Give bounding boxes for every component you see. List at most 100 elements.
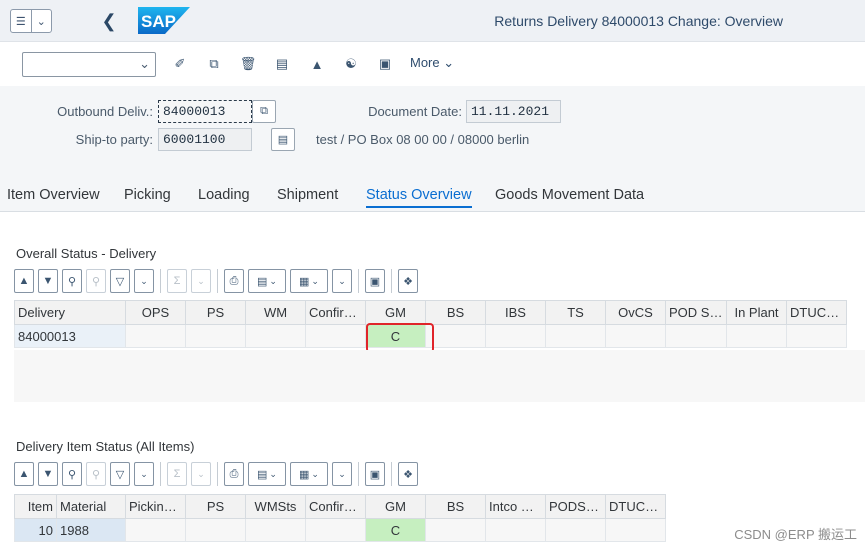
chevron-down-icon[interactable]: ⌄ [30, 10, 52, 32]
sum-icon[interactable]: Σ [167, 269, 187, 293]
col-wm[interactable]: WM [245, 300, 306, 325]
ovcs-cell[interactable] [605, 324, 666, 348]
delivery-cell[interactable]: 84000013 [14, 324, 126, 348]
col-in-plant[interactable]: In Plant [726, 300, 787, 325]
col-picking-status[interactable]: PickingS... [125, 494, 186, 519]
delete-icon[interactable]: 🗑 [237, 53, 259, 75]
copy-icon[interactable]: ⧉ [203, 53, 225, 75]
ps-cell[interactable] [185, 324, 246, 348]
cube-icon[interactable]: ❖ [398, 269, 418, 293]
confirmation-cell[interactable] [305, 518, 366, 542]
col-wm-status[interactable]: WMSts [245, 494, 306, 519]
col-material[interactable]: Material [56, 494, 126, 519]
find-next-icon[interactable]: ⚲ [86, 462, 106, 486]
filter-icon[interactable]: ▽ [110, 462, 130, 486]
layout-icon[interactable]: ▦ ⌄ [290, 269, 328, 293]
in-plant-cell[interactable] [726, 324, 787, 348]
handshake-icon[interactable]: ☯ [340, 53, 362, 75]
more-button[interactable]: More ⌄ [410, 55, 454, 71]
col-pod-status[interactable]: POD Sta... [665, 300, 727, 325]
wm-status-cell[interactable] [245, 518, 306, 542]
col-delivery[interactable]: Delivery [14, 300, 126, 325]
col-ops[interactable]: OPS [125, 300, 186, 325]
find-next-icon[interactable]: ⚲ [86, 269, 106, 293]
col-ts[interactable]: TS [545, 300, 606, 325]
ship-to-field[interactable]: 60001100 [158, 128, 252, 151]
details-icon[interactable]: ▣ [365, 269, 385, 293]
back-button[interactable]: ❮ [98, 9, 120, 33]
ibs-cell[interactable] [485, 324, 546, 348]
filter-icon[interactable]: ▽ [110, 269, 130, 293]
col-pod-status[interactable]: PODStat... [545, 494, 606, 519]
outbound-delivery-field[interactable]: 84000013 [158, 100, 252, 123]
layout-icon[interactable]: ▦ ⌄ [290, 462, 328, 486]
material-cell[interactable]: 1988 [56, 518, 126, 542]
col-ps[interactable]: PS [185, 494, 246, 519]
col-dtucsta[interactable]: DTUCSTA [786, 300, 847, 325]
bs-cell[interactable] [425, 324, 486, 348]
find-icon[interactable]: ⚲ [62, 462, 82, 486]
wm-cell[interactable] [245, 324, 306, 348]
sum-menu-chevron-icon[interactable]: ⌄ [191, 462, 211, 486]
shell-menu-button[interactable]: ☰ ⌄ [10, 9, 52, 33]
col-ps[interactable]: PS [185, 300, 246, 325]
ts-cell[interactable] [545, 324, 606, 348]
document-date-field[interactable]: 11.11.2021 [466, 100, 561, 123]
item-cell[interactable]: 10 [14, 518, 57, 542]
sum-menu-chevron-icon[interactable]: ⌄ [191, 269, 211, 293]
col-confirmation[interactable]: Confirmat. [305, 300, 366, 325]
export-icon[interactable]: ▤ ⌄ [248, 269, 286, 293]
details-icon[interactable]: ▣ [365, 462, 385, 486]
command-select[interactable]: ⌄ [22, 52, 156, 77]
ops-cell[interactable] [125, 324, 186, 348]
sort-descending-icon[interactable]: ▼ [38, 269, 58, 293]
tab-status-overview[interactable]: Status Overview [366, 187, 472, 208]
layout-menu-chevron-icon[interactable]: ⌄ [332, 269, 352, 293]
sort-descending-icon[interactable]: ▼ [38, 462, 58, 486]
pod-status-cell[interactable] [545, 518, 606, 542]
col-bs[interactable]: BS [425, 300, 486, 325]
pod-status-cell[interactable] [665, 324, 727, 348]
dtucsta-cell[interactable] [786, 324, 847, 348]
intco-billing-cell[interactable] [485, 518, 546, 542]
layout-menu-chevron-icon[interactable]: ⌄ [332, 462, 352, 486]
col-confirmation[interactable]: Confirmat. [305, 494, 366, 519]
col-ovcs[interactable]: OvCS [605, 300, 666, 325]
find-icon[interactable]: ⚲ [62, 269, 82, 293]
col-dtucsta[interactable]: DTUCSTA [605, 494, 666, 519]
col-gm[interactable]: GM [365, 494, 426, 519]
sort-ascending-icon[interactable]: ▲ [14, 269, 34, 293]
display-document-icon[interactable]: ⧉ [252, 100, 276, 123]
clipboard-icon[interactable]: ▣ [374, 53, 396, 75]
tab-picking[interactable]: Picking [124, 187, 171, 203]
cube-icon[interactable]: ❖ [398, 462, 418, 486]
filter-menu-chevron-icon[interactable]: ⌄ [134, 462, 154, 486]
col-bs[interactable]: BS [425, 494, 486, 519]
confirmation-cell[interactable] [305, 324, 366, 348]
table-row[interactable]: 10 1988 C [14, 518, 666, 542]
tab-loading[interactable]: Loading [198, 187, 250, 203]
sum-icon[interactable]: Σ [167, 462, 187, 486]
document-icon[interactable]: ▤ [271, 53, 293, 75]
print-icon[interactable]: ⎙ [224, 269, 244, 293]
print-icon[interactable]: ⎙ [224, 462, 244, 486]
filter-menu-chevron-icon[interactable]: ⌄ [134, 269, 154, 293]
hat-icon[interactable]: ▲ [306, 53, 328, 75]
tab-shipment[interactable]: Shipment [277, 187, 338, 203]
edit-icon[interactable]: ✐ [169, 53, 191, 75]
sort-ascending-icon[interactable]: ▲ [14, 462, 34, 486]
col-intco-billing[interactable]: Intco Bllg [485, 494, 546, 519]
ps-cell[interactable] [185, 518, 246, 542]
address-card-icon[interactable]: ▤ [271, 128, 295, 151]
export-icon[interactable]: ▤ ⌄ [248, 462, 286, 486]
gm-status-cell[interactable]: C [365, 518, 426, 542]
tab-item-overview[interactable]: Item Overview [7, 187, 100, 203]
col-ibs[interactable]: IBS [485, 300, 546, 325]
col-item[interactable]: Item [14, 494, 57, 519]
bs-cell[interactable] [425, 518, 486, 542]
tab-goods-movement-data[interactable]: Goods Movement Data [495, 187, 644, 203]
picking-status-cell[interactable] [125, 518, 186, 542]
dtucsta-cell[interactable] [605, 518, 666, 542]
col-gm[interactable]: GM [365, 300, 426, 325]
menu-icon[interactable]: ☰ [11, 10, 31, 32]
